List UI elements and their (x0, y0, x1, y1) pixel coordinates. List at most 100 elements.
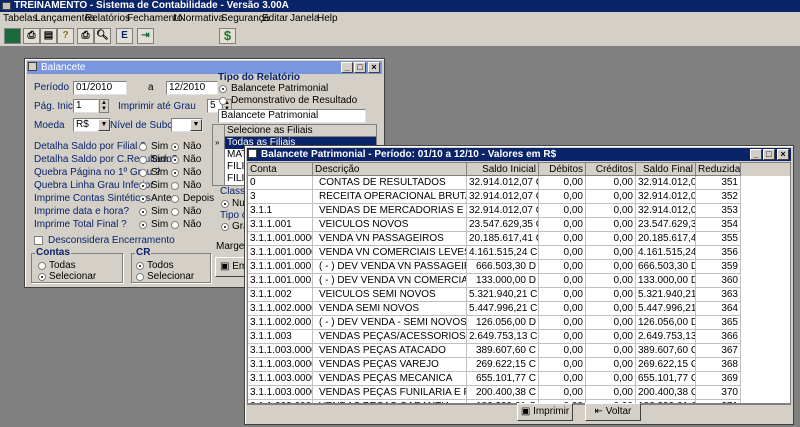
tipo-patrimonial-radio[interactable] (219, 85, 227, 93)
close-button[interactable]: × (777, 149, 789, 160)
periodo-de-input[interactable]: 01/2010 (73, 81, 127, 95)
contas-opt2: Selecionar (49, 271, 97, 282)
option-label: Imprime Total Final ? (34, 219, 127, 230)
edit-icon[interactable]: E (116, 28, 133, 44)
table-cell: 0,00 (586, 232, 636, 246)
table-row[interactable]: 3.1.1VENDAS DE MERCADORIAS E SERVICOS32.… (248, 204, 790, 218)
table-row[interactable]: 3.1.1.002 VEICULOS SEMI NOVOS 5.321.940,21… (248, 288, 790, 302)
chevron-down-icon[interactable]: ▼ (98, 119, 110, 131)
table-cell: 355 (696, 232, 741, 246)
table-cell: 0,00 (539, 246, 586, 260)
filiais-header: Selecione as Filiais (225, 125, 376, 137)
table-row[interactable]: 3.1.1.001.000002VENDA VN COMERCIAIS LEVE… (248, 246, 790, 260)
column-header[interactable]: Descrição (313, 163, 467, 176)
dollar-icon[interactable]: $ (219, 28, 236, 44)
print-icon[interactable]: ⎙ (77, 28, 94, 44)
desconsidera-checkbox[interactable] (34, 236, 43, 245)
table-row[interactable]: 0 CONTAS DE RESULTADOS 32.914.012,07 C 0,00… (248, 176, 790, 190)
classif-radio[interactable] (221, 200, 229, 208)
contas-todas-radio[interactable] (38, 262, 46, 270)
table-row[interactable]: 3 RECEITA OPERACIONAL BRUTA 32.914.012,07 … (248, 190, 790, 204)
column-header[interactable]: Débitos (539, 163, 586, 176)
minimize-button[interactable]: _ (750, 149, 762, 160)
menu-editar[interactable]: Editar (262, 12, 288, 25)
table-cell: VENDAS PEÇAS VAREJO (313, 358, 467, 372)
option-radio-a[interactable] (139, 221, 147, 229)
open-icon[interactable]: ▤ (40, 28, 57, 44)
column-header[interactable]: Saldo Inicial (467, 163, 539, 176)
menu-janela[interactable]: Janela (290, 12, 319, 25)
option-radio-b[interactable] (171, 182, 179, 190)
option-a: Sim (151, 219, 169, 230)
option-radio-b[interactable] (171, 169, 179, 177)
tipo-opt2: Demonstrativo de Resultado (231, 95, 358, 106)
cr-todos-radio[interactable] (136, 262, 144, 270)
table-row[interactable]: 3.1.1.001.000001VENDA VN PASSAGEIROS20.1… (248, 232, 790, 246)
tipo-resultado-radio[interactable] (219, 97, 227, 105)
menu-help[interactable]: Help (317, 12, 338, 25)
table-cell: 3 (248, 190, 313, 204)
option-radio-a[interactable] (139, 143, 147, 151)
pag-inicial-input[interactable]: 1 (73, 99, 99, 113)
table-cell: 351 (696, 176, 741, 190)
chevron-down-icon[interactable]: ▼ (190, 119, 202, 131)
option-radio-b[interactable] (171, 195, 179, 203)
option-radio-a[interactable] (139, 156, 147, 164)
table-cell: 0,00 (539, 316, 586, 330)
table-row[interactable]: 3.1.1.002.000101( - ) DEV VENDA - SEMI N… (248, 316, 790, 330)
option-radio-a[interactable] (139, 208, 147, 216)
close-button[interactable]: × (368, 62, 380, 73)
table-row[interactable]: 3.1.1.003.000001VENDAS PEÇAS ATACADO389.… (248, 344, 790, 358)
option-a: Sim (151, 167, 169, 178)
table-row[interactable]: 3.1.1.001.000102( - ) DEV VENDA VN COMER… (248, 274, 790, 288)
imprimir-button[interactable]: ▣ Imprimir (517, 403, 573, 421)
column-header[interactable]: Conta (248, 163, 313, 176)
table-row[interactable]: 3.1.1.001 VEICULOS NOVOS 23.547.629,35 C 0,… (248, 218, 790, 232)
table-row[interactable]: 3.1.1.002.000001VENDA SEMI NOVOS5.447.99… (248, 302, 790, 316)
minimize-button[interactable]: _ (341, 62, 353, 73)
results-grid[interactable]: Conta Descrição Saldo Inicial Débitos Cr… (247, 162, 791, 404)
option-radio-b[interactable] (171, 221, 179, 229)
option-radio-a[interactable] (139, 169, 147, 177)
cr-selecionar-radio[interactable] (136, 273, 144, 281)
menu-inormativa[interactable]: I.Normativa (173, 12, 224, 25)
patrimonial-title-bar: Balancete Patrimonial - Período: 01/10 a… (247, 148, 791, 161)
door-exit-icon: ⇤ (594, 406, 604, 417)
table-row[interactable]: 3.1.1.001.000101( - ) DEV VENDA VN PASSA… (248, 260, 790, 274)
desconsidera-label: Desconsidera Encerramento (48, 235, 175, 246)
tipo-de-radio[interactable] (221, 223, 229, 231)
periodo-ate-input[interactable]: 12/2010 (166, 81, 218, 95)
door-exit-icon[interactable]: ⇥ (137, 28, 154, 44)
table-cell: 3.1.1.003.000004 (248, 386, 313, 400)
preview-icon[interactable]: 🔍︎ (94, 28, 111, 44)
pag-inicial-spinner[interactable]: ▲ ▼ (99, 99, 109, 113)
option-a: Sim (151, 206, 169, 217)
table-cell: 0,00 (539, 330, 586, 344)
column-header[interactable]: Reduzida (696, 163, 741, 176)
tipo-selected-field[interactable]: Balancete Patrimonial (218, 109, 366, 123)
table-row[interactable]: 3.1.1.003.000003VENDAS PEÇAS MECANICA655… (248, 372, 790, 386)
maximize-button[interactable]: □ (354, 62, 366, 73)
option-radio-b[interactable] (171, 156, 179, 164)
table-row[interactable]: 3.1.1.003VENDAS PEÇAS/ACESSORIOS/PRODUTO… (248, 330, 790, 344)
column-header[interactable]: Saldo Final (636, 163, 696, 176)
exit-icon[interactable] (4, 28, 21, 44)
table-cell: 269.622,15 C (636, 358, 696, 372)
table-row[interactable]: 3.1.1.003.000004VENDAS PEÇAS FUNILARIA E… (248, 386, 790, 400)
option-radio-b[interactable] (171, 143, 179, 151)
menu-tabelas[interactable]: Tabelas (3, 12, 37, 25)
option-radio-a[interactable] (139, 182, 147, 190)
voltar-button[interactable]: ⇤ Voltar (585, 403, 641, 421)
table-row[interactable]: 3.1.1.003.000002VENDAS PEÇAS VAREJO269.6… (248, 358, 790, 372)
menu-relatorios[interactable]: Relatórios (85, 12, 130, 25)
column-header[interactable]: Créditos (586, 163, 636, 176)
help-icon[interactable]: ? (57, 28, 74, 44)
table-cell: RECEITA OPERACIONAL BRUTA (313, 190, 467, 204)
option-a: Sim (151, 154, 169, 165)
option-radio-b[interactable] (171, 208, 179, 216)
option-radio-a[interactable] (139, 195, 147, 203)
contas-selecionar-radio[interactable] (38, 273, 46, 281)
print-setup-icon[interactable]: ⎙ (23, 28, 40, 44)
maximize-button[interactable]: □ (763, 149, 775, 160)
table-cell: 0,00 (586, 330, 636, 344)
